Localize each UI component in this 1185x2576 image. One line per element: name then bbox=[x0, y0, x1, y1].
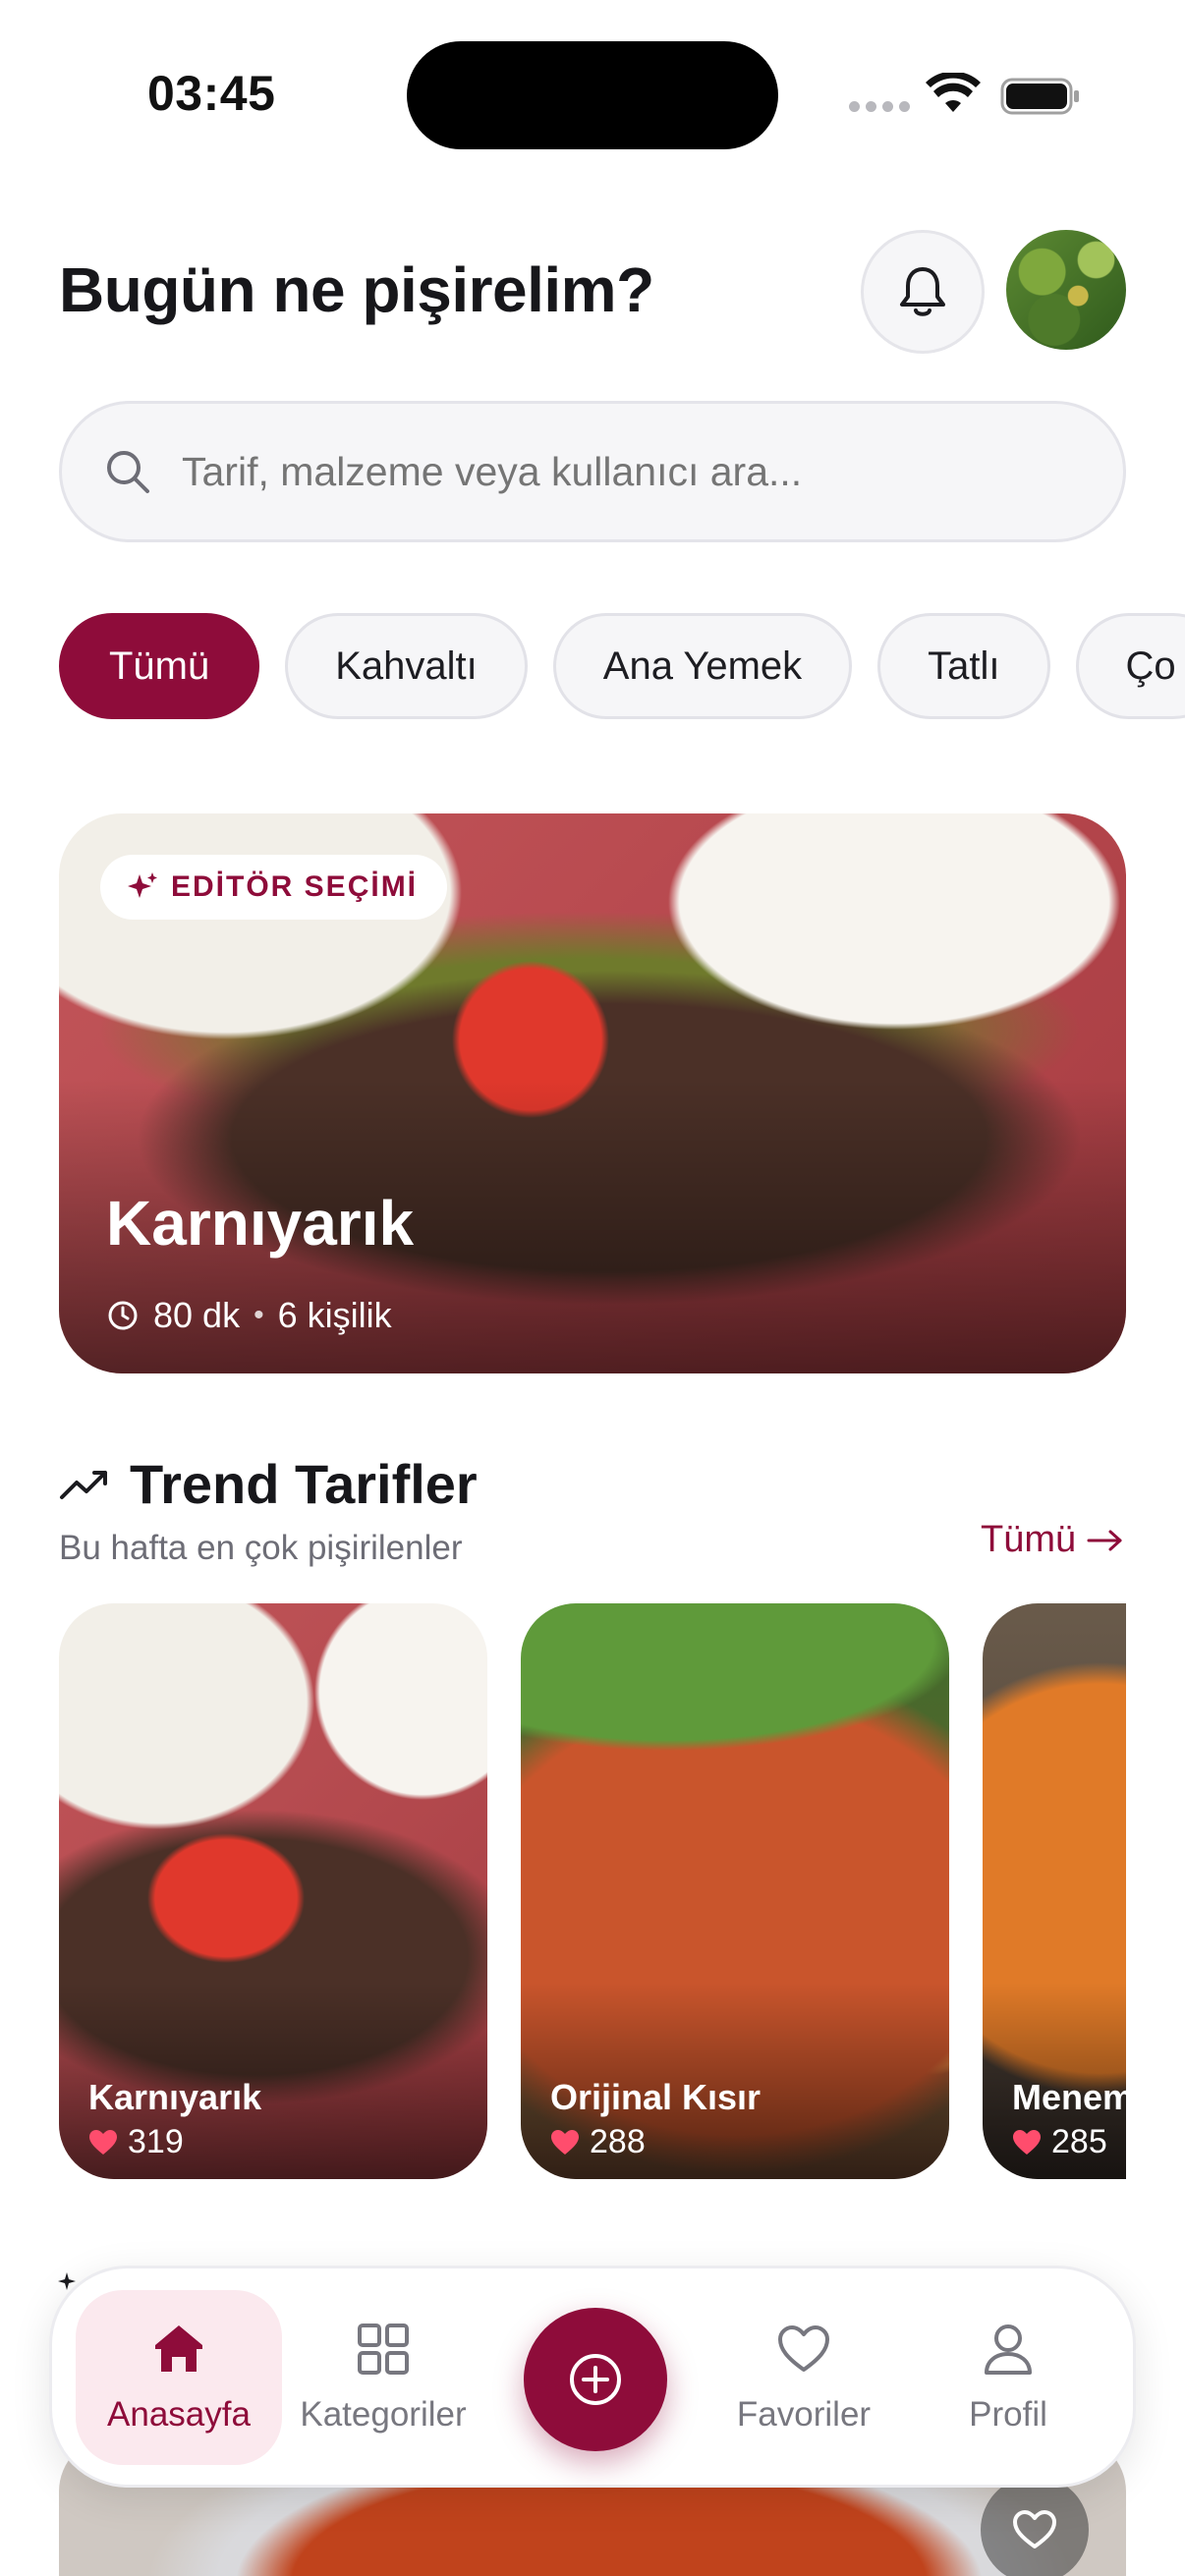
hero-title: Karnıyarık bbox=[106, 1188, 415, 1259]
trend-card-likes: 285 bbox=[1012, 2123, 1107, 2161]
wifi-icon bbox=[926, 73, 981, 112]
search-icon bbox=[107, 451, 149, 493]
page-title: Bugün ne pişirelim? bbox=[59, 254, 654, 325]
trend-title: Trend Tarifler bbox=[130, 1453, 478, 1515]
hero-duration: 80 dk bbox=[153, 1295, 241, 1335]
nav-home[interactable]: Anasayfa bbox=[76, 2290, 282, 2465]
favorite-button[interactable] bbox=[981, 2476, 1089, 2576]
editor-pick-label: EDİTÖR SEÇİMİ bbox=[171, 870, 419, 903]
trend-carousel[interactable]: Karnıyarık 319 Orijinal Kısır 288 Meneme… bbox=[59, 1603, 1126, 2179]
bell-icon bbox=[900, 267, 945, 316]
add-recipe-button[interactable] bbox=[524, 2308, 667, 2451]
trend-card-likes: 319 bbox=[88, 2123, 184, 2161]
chip-soup[interactable]: Ço bbox=[1075, 613, 1185, 719]
sparkle-icon bbox=[128, 872, 157, 898]
dynamic-island bbox=[407, 41, 778, 149]
trend-card[interactable]: Orijinal Kısır 288 bbox=[521, 1603, 949, 2179]
chip-breakfast[interactable]: Kahvaltı bbox=[285, 613, 528, 719]
clock-icon bbox=[108, 1301, 138, 1330]
trend-card-like-count: 288 bbox=[590, 2123, 646, 2160]
trend-card[interactable]: Karnıyarık 319 bbox=[59, 1603, 487, 2179]
trend-card-name: Karnıyarık bbox=[88, 2077, 262, 2117]
hero-meta: 80 dk • 6 kişilik bbox=[106, 1295, 392, 1336]
editor-pick-badge: EDİTÖR SEÇİMİ bbox=[100, 855, 448, 920]
nav-favorites-label: Favoriler bbox=[736, 2395, 872, 2434]
search-bar[interactable] bbox=[59, 401, 1126, 542]
trend-card[interactable]: Menemen 285 bbox=[983, 1603, 1126, 2179]
heart-icon bbox=[551, 2129, 579, 2155]
user-icon bbox=[985, 2324, 1032, 2375]
trend-card-like-count: 285 bbox=[1051, 2123, 1107, 2160]
trend-card-likes: 288 bbox=[550, 2123, 646, 2161]
trend-icon bbox=[60, 1470, 107, 1499]
trend-card-like-count: 319 bbox=[128, 2123, 184, 2160]
notifications-button[interactable] bbox=[861, 230, 985, 354]
heart-icon bbox=[1013, 2510, 1056, 2548]
search-input[interactable] bbox=[182, 448, 1066, 495]
chip-main-dish[interactable]: Ana Yemek bbox=[552, 613, 853, 719]
battery-icon bbox=[1000, 78, 1079, 115]
trend-section-header: Trend Tarifler bbox=[59, 1452, 478, 1516]
category-chips-scroller[interactable]: Tümü Kahvaltı Ana Yemek Tatlı Ço bbox=[0, 599, 1185, 737]
bottom-nav: Anasayfa Kategoriler Favoriler Profil bbox=[49, 2266, 1136, 2488]
see-all-label: Tümü bbox=[981, 1519, 1077, 1560]
see-all-link[interactable]: Tümü bbox=[981, 1519, 1125, 1561]
nav-profile[interactable]: Profil bbox=[905, 2290, 1111, 2465]
nav-categories[interactable]: Kategoriler bbox=[280, 2290, 486, 2465]
trend-card-name: Orijinal Kısır bbox=[550, 2077, 762, 2117]
home-icon bbox=[155, 2325, 202, 2372]
avatar[interactable] bbox=[1006, 230, 1126, 350]
status-time: 03:45 bbox=[147, 66, 276, 121]
heart-icon bbox=[1013, 2129, 1041, 2155]
cellular-signal-icon bbox=[849, 101, 910, 112]
hero-servings: 6 kişilik bbox=[277, 1295, 392, 1335]
trend-card-name: Menemen bbox=[1012, 2077, 1126, 2117]
chip-all[interactable]: Tümü bbox=[59, 613, 260, 719]
heart-icon bbox=[778, 2325, 829, 2372]
featured-recipe-card[interactable]: EDİTÖR SEÇİMİ Karnıyarık 80 dk • 6 kişil… bbox=[59, 813, 1126, 1373]
plus-circle-icon bbox=[570, 2354, 621, 2405]
nav-categories-label: Kategoriler bbox=[300, 2395, 467, 2434]
trend-subtitle: Bu hafta en çok pişirilenler bbox=[59, 1529, 463, 1567]
nav-home-label: Anasayfa bbox=[107, 2395, 251, 2434]
meta-separator: • bbox=[254, 1299, 264, 1331]
arrow-right-icon bbox=[1087, 1530, 1122, 1550]
nav-profile-label: Profil bbox=[969, 2395, 1047, 2434]
chip-dessert[interactable]: Tatlı bbox=[877, 613, 1050, 719]
grid-icon bbox=[358, 2324, 409, 2375]
heart-icon bbox=[89, 2129, 117, 2155]
nav-favorites[interactable]: Favoriler bbox=[701, 2290, 907, 2465]
